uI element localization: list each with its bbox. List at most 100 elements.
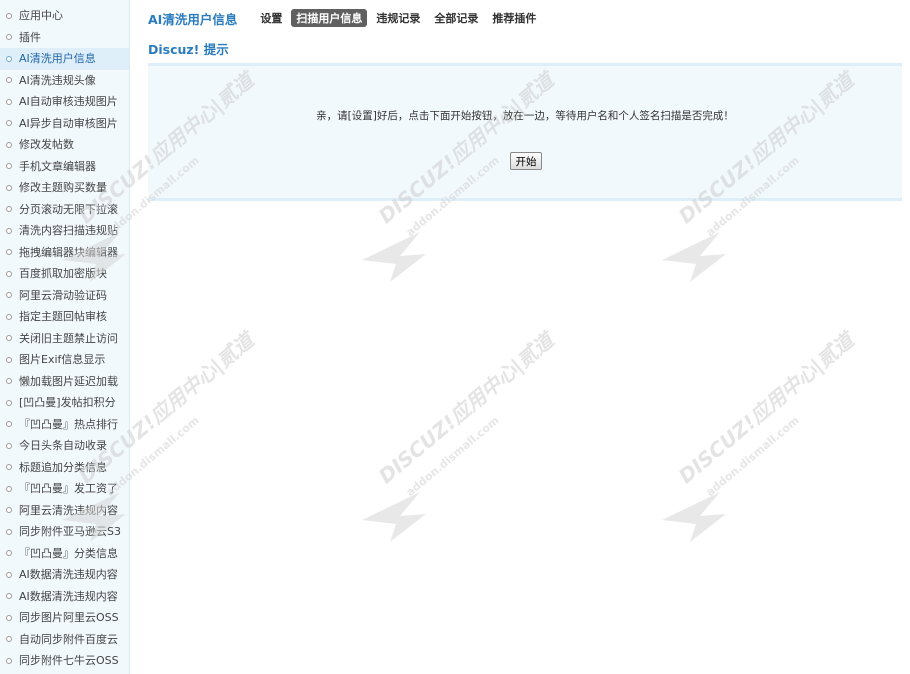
- bullet-icon: [6, 141, 12, 148]
- plugin-title: AI清洗用户信息: [148, 11, 238, 27]
- sidebar-item[interactable]: 阿里云滑动验证码: [0, 285, 129, 307]
- sidebar-item[interactable]: 自动同步附件百度云: [0, 629, 129, 651]
- sidebar-item[interactable]: 图片Exif信息显示: [0, 349, 129, 371]
- sidebar-item-label: 懒加载图片延迟加载: [19, 374, 118, 388]
- tab[interactable]: 推荐插件: [487, 9, 541, 27]
- sidebar-item-label: 『凹凸曼』发工资了: [19, 482, 118, 495]
- bullet-icon: [6, 206, 12, 212]
- bullet-icon: [6, 356, 12, 363]
- bullet-icon: [6, 335, 12, 341]
- sidebar-item[interactable]: 懒加载图片延迟加载: [0, 371, 129, 393]
- bullet-icon: [6, 98, 12, 105]
- bullet-icon: [6, 227, 12, 234]
- sidebar-item-label: 百度抓取加密版块: [19, 267, 107, 280]
- bullet-icon: [6, 593, 12, 599]
- bullet-icon: [6, 550, 12, 556]
- sidebar-item-label: AI清洗违规头像: [19, 73, 96, 87]
- sidebar-item-label: 同步图片阿里云OSS: [19, 611, 119, 624]
- bullet-icon: [6, 442, 12, 449]
- sidebar-item[interactable]: 拖拽编辑器块编辑器: [0, 242, 129, 264]
- sidebar-item[interactable]: [凹凸曼]发帖扣积分: [0, 392, 129, 414]
- tab[interactable]: 扫描用户信息: [291, 9, 368, 27]
- bullet-icon: [6, 421, 12, 427]
- start-button[interactable]: 开始: [510, 152, 542, 170]
- sidebar-item[interactable]: 同步附件七牛云OSS: [0, 650, 129, 672]
- sidebar-item-label: 自动同步附件百度云: [19, 632, 118, 646]
- sidebar-item-label: [凹凸曼]发帖扣积分: [19, 396, 116, 409]
- bullet-icon: [6, 464, 12, 470]
- sidebar-item[interactable]: 百度抓取加密版块: [0, 263, 129, 285]
- section-title: Discuz! 提示: [148, 42, 229, 57]
- bullet-icon: [6, 77, 12, 83]
- bullet-icon: [6, 485, 12, 492]
- sidebar-item-label: AI自动审核违规图片: [19, 95, 118, 108]
- bullet-icon: [6, 163, 12, 169]
- sidebar-item[interactable]: 修改发帖数: [0, 134, 129, 156]
- info-message: 亲，请[设置]好后，点击下面开始按钮，放在一边，等待用户名和个人签名扫描是否完成…: [316, 110, 734, 122]
- bullet-icon: [6, 636, 12, 642]
- bullet-icon: [6, 507, 12, 513]
- sidebar-item-label: 拖拽编辑器块编辑器: [19, 245, 118, 259]
- sidebar-item-label: 标题追加分类信息: [19, 460, 107, 474]
- sidebar-item[interactable]: AI数据清洗违规内容: [0, 564, 129, 586]
- sidebar-item[interactable]: 分页滚动无限下拉滚: [0, 199, 129, 221]
- bullet-icon: [6, 528, 12, 535]
- tab[interactable]: 设置: [255, 9, 287, 27]
- bullet-icon: [6, 249, 12, 255]
- sidebar-item[interactable]: 今日头条自动收录: [0, 435, 129, 457]
- sidebar-item-label: 阿里云滑动验证码: [19, 288, 107, 302]
- sidebar-item[interactable]: AI异步自动审核图片: [0, 113, 129, 135]
- bullet-icon: [6, 184, 12, 191]
- sidebar-item[interactable]: 同步图片阿里云OSS: [0, 607, 129, 629]
- sidebar-item-label: 同步附件亚马逊云S3: [19, 525, 121, 538]
- main-content: AI清洗用户信息 设置 扫描用户信息 违规记录 全部记录 推荐插件 Discuz! 提示…: [131, 0, 910, 674]
- sidebar-item[interactable]: 清洗内容扫描违规贴: [0, 220, 129, 242]
- bullet-icon: [6, 292, 12, 298]
- sidebar-item[interactable]: 指定主题回帖审核: [0, 306, 129, 328]
- sidebar-item-label: 阿里云清洗违规内容: [19, 503, 118, 517]
- sidebar-item[interactable]: AI清洗违规头像: [0, 70, 129, 92]
- bullet-icon: [6, 34, 12, 40]
- bullet-icon: [6, 313, 12, 320]
- bullet-icon: [6, 399, 12, 406]
- sidebar-item[interactable]: 阿里云清洗违规内容: [0, 500, 129, 522]
- sidebar-item-label: 今日头条自动收录: [19, 439, 107, 452]
- sidebar-item[interactable]: 修改主题购买数量: [0, 177, 129, 199]
- sidebar-item-label: 『凹凸曼』热点排行: [19, 417, 118, 431]
- tab[interactable]: 全部记录: [429, 9, 483, 27]
- sidebar-item[interactable]: AI数据清洗违规内容: [0, 586, 129, 608]
- tab[interactable]: 违规记录: [371, 9, 425, 27]
- sidebar-item-label: 分页滚动无限下拉滚: [19, 202, 118, 216]
- bullet-icon: [6, 571, 12, 578]
- sidebar-item[interactable]: 应用中心: [0, 5, 129, 27]
- sidebar-item-label: 插件: [19, 30, 41, 44]
- sidebar-item-label: 图片Exif信息显示: [19, 353, 106, 366]
- sidebar-item[interactable]: 『凹凸曼』热点排行: [0, 414, 129, 436]
- bullet-icon: [6, 657, 12, 664]
- sidebar-item-label: 修改发帖数: [19, 138, 74, 151]
- sidebar-item[interactable]: 手机文章编辑器: [0, 156, 129, 178]
- sidebar-item-label: 修改主题购买数量: [19, 181, 107, 194]
- sidebar-item[interactable]: 标题追加分类信息: [0, 457, 129, 479]
- sidebar-item[interactable]: AI自动审核违规图片: [0, 91, 129, 113]
- sidebar-item[interactable]: 『凹凸曼』分类信息: [0, 543, 129, 565]
- sidebar-item-label: AI数据清洗违规内容: [19, 589, 118, 603]
- sidebar-item[interactable]: AI清洗用户信息: [0, 48, 129, 70]
- sidebar-item-label: 手机文章编辑器: [19, 159, 96, 173]
- sidebar-item-label: 清洗内容扫描违规贴: [19, 224, 118, 237]
- bullet-icon: [6, 614, 12, 621]
- bullet-icon: [6, 120, 12, 126]
- sidebar-item[interactable]: 『凹凸曼』发工资了: [0, 478, 129, 500]
- bullet-icon: [6, 12, 12, 19]
- sidebar-item[interactable]: 插件: [0, 27, 129, 49]
- sidebar-item-label: 关闭旧主题禁止访问: [19, 331, 118, 345]
- sidebar-item-label: AI清洗用户信息: [19, 52, 96, 65]
- sidebar-item[interactable]: 关闭旧主题禁止访问: [0, 328, 129, 350]
- sidebar-item-label: AI数据清洗违规内容: [19, 568, 118, 581]
- bullet-icon: [6, 55, 12, 62]
- sidebar-item[interactable]: 同步附件亚马逊云S3: [0, 521, 129, 543]
- bullet-icon: [6, 270, 12, 277]
- admin-page: 应用中心插件 AI清洗用户信息 AI清洗违规头像 AI自动审核违规图片 AI异步自动审核…: [0, 0, 910, 674]
- info-box: 亲，请[设置]好后，点击下面开始按钮，放在一边，等待用户名和个人签名扫描是否完成…: [148, 63, 902, 201]
- sidebar-item-label: AI异步自动审核图片: [19, 116, 118, 130]
